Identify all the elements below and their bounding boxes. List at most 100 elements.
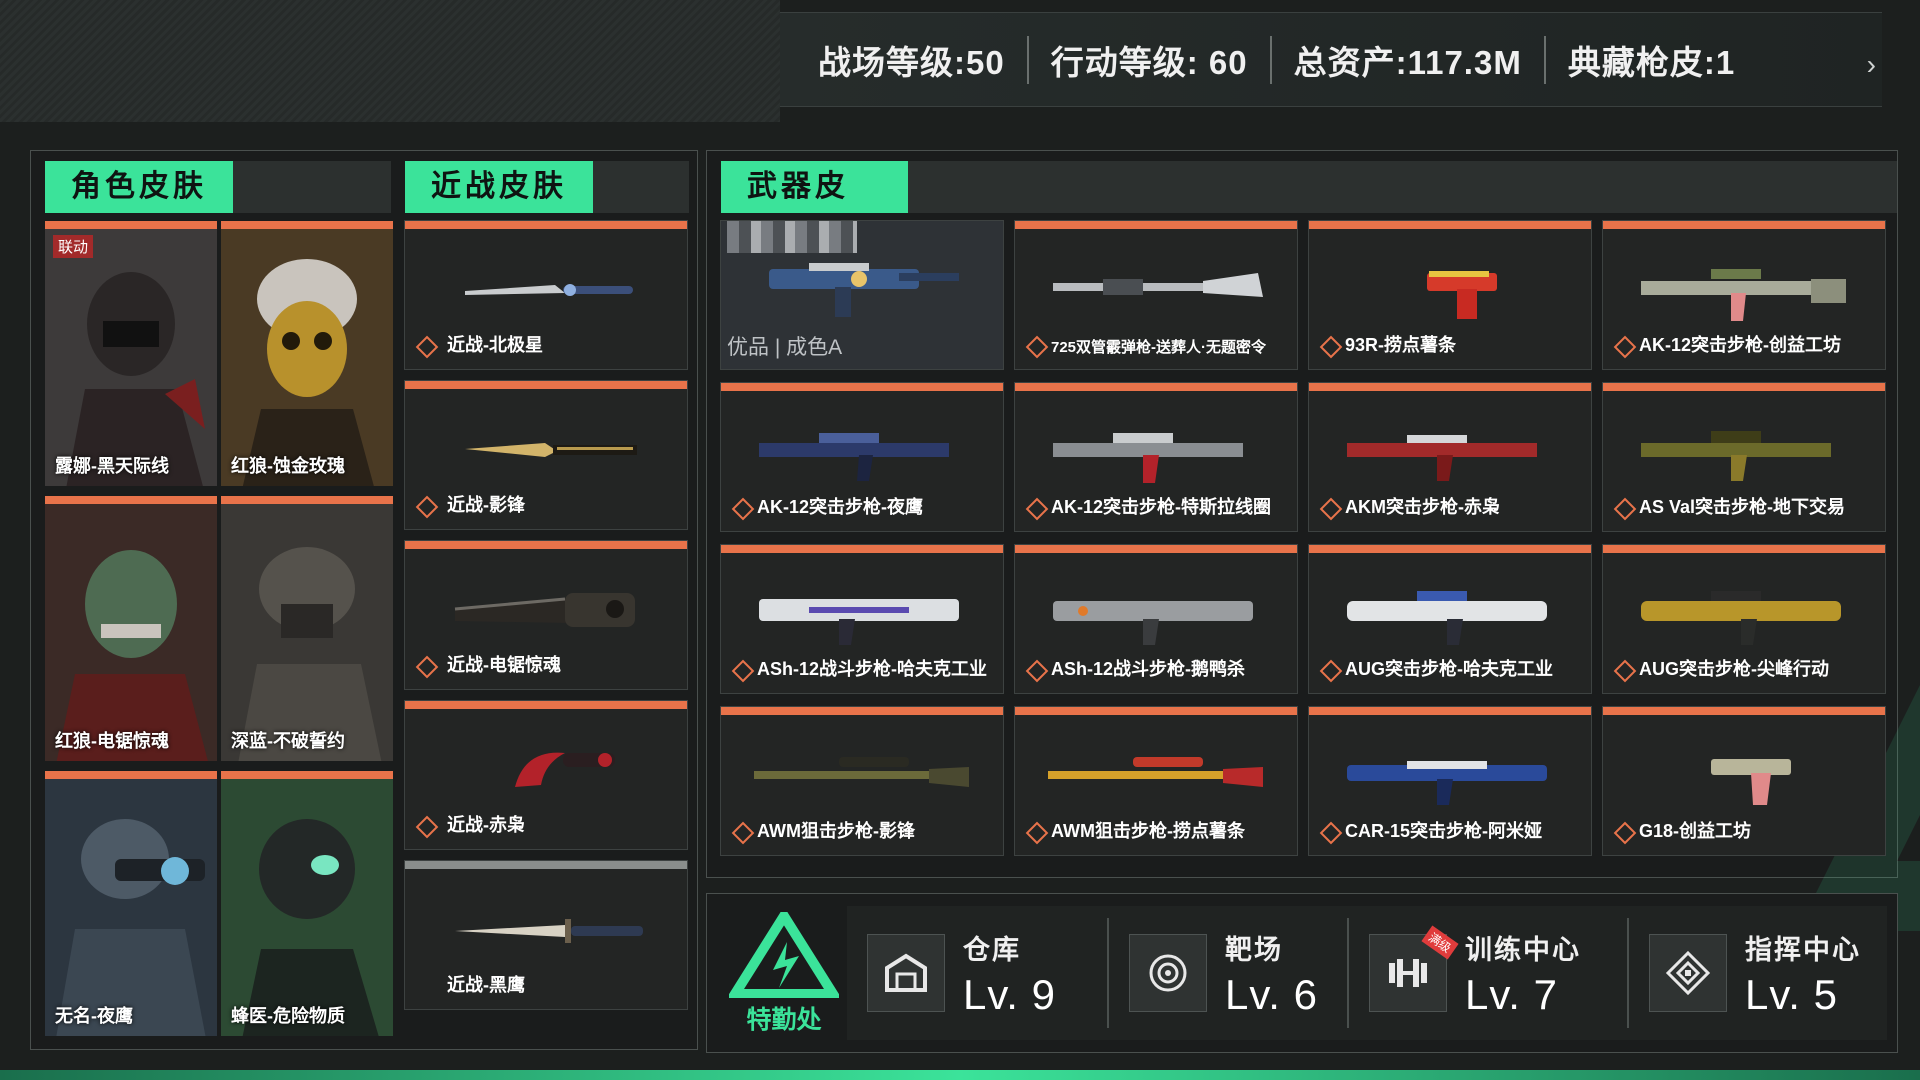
chevron-right-icon[interactable]: ›: [1867, 49, 1876, 81]
facility-name: 指挥中心: [1745, 934, 1861, 965]
rifle-icon: [1641, 431, 1831, 481]
weapon-skin-name: G18-创益工坊: [1639, 821, 1752, 841]
weapon-quality-label: 优品 | 成色A: [727, 336, 843, 359]
sniper-rifle-icon: [1048, 757, 1263, 787]
bottom-accent-line: [0, 1070, 1920, 1080]
facility-warehouse[interactable]: 仓库 Lv. 9: [847, 918, 1107, 1028]
weapon-skin-name: AUG突击步枪-尖峰行动: [1639, 659, 1829, 679]
weapon-skins-panel: 武器皮肤 优品 | 成色A 725双管霰弹枪-送葬人·无题密令 93R: [706, 150, 1920, 931]
melee-skin-name: 近战-影锋: [447, 495, 525, 515]
rarity-diamond-icon: [415, 655, 439, 679]
rarity-diamond-icon: [1025, 659, 1049, 683]
facility-range[interactable]: 靶场 Lv. 6: [1107, 918, 1347, 1028]
weapon-skin-card[interactable]: AWM狙击步枪-捞点薯条: [1014, 706, 1298, 856]
weapon-skin-card[interactable]: CAR-15突击步枪-阿米娅: [1308, 706, 1592, 856]
weapon-skin-name: AK-12突击步枪-夜鹰: [757, 497, 924, 517]
weapon-skin-card[interactable]: AUG突击步枪-尖峰行动: [1602, 544, 1886, 694]
character-portrait-icon: [45, 229, 217, 486]
battlefield-level: 战场等级:50: [818, 43, 1005, 81]
melee-skin-name: 近战-电锯惊魂: [447, 655, 561, 675]
facility-name: 靶场: [1225, 934, 1283, 965]
character-skin-name: 红狼-蚀金玫瑰: [231, 456, 345, 476]
rarity-diamond-icon: [1613, 335, 1637, 359]
tab-weapon-skins[interactable]: 武器皮肤: [721, 161, 1897, 255]
character-portrait-icon: [221, 504, 393, 761]
warehouse-icon: [867, 934, 945, 1012]
character-portrait-icon: [221, 229, 393, 486]
weapon-skin-card[interactable]: 93R-捞点薯条: [1308, 220, 1592, 370]
dagger-icon: [455, 919, 643, 943]
rarity-diamond-icon: [1025, 821, 1049, 845]
weapon-skin-card[interactable]: 725双管霰弹枪-送葬人·无题密令: [1014, 220, 1298, 370]
knife-icon: [465, 443, 637, 457]
character-card[interactable]: 深蓝-不破誓约: [221, 496, 393, 761]
melee-skin-name: 近战-黑鹰: [447, 975, 525, 995]
tab-character-skins[interactable]: 角色皮肤: [45, 161, 391, 213]
character-portrait-icon: [221, 779, 393, 1036]
melee-skin-card[interactable]: 近战-黑鹰: [404, 860, 688, 1010]
rarity-diamond-icon: [1319, 497, 1343, 521]
collab-badge: 联动: [53, 235, 94, 258]
weapon-skin-name: 725双管霰弹枪-送葬人·无题密令: [1051, 339, 1267, 356]
tab-character-label: 角色皮肤: [45, 161, 233, 213]
facility-command-center[interactable]: 指挥中心 Lv. 5: [1627, 918, 1887, 1028]
chainsaw-icon: [454, 593, 635, 627]
weapon-skin-card[interactable]: AKM突击步枪-赤枭: [1308, 382, 1592, 532]
tab-melee-skins[interactable]: 近战皮肤: [405, 161, 689, 213]
rifle-icon: [1347, 435, 1537, 481]
rarity-diamond-icon: [415, 335, 439, 359]
rarity-diamond-icon: [1319, 821, 1343, 845]
weapon-skin-card[interactable]: AS Val突击步枪-地下交易: [1602, 382, 1886, 532]
rifle-icon: [1641, 269, 1846, 321]
character-card[interactable]: 蜂医-危险物质: [221, 771, 393, 1036]
weapon-skin-card[interactable]: AWM狙击步枪-影锋: [720, 706, 1004, 856]
facility-level: Lv. 9: [963, 970, 1056, 1018]
weapon-skin-card[interactable]: AUG突击步枪-哈夫克工业: [1308, 544, 1592, 694]
weapon-skin-card[interactable]: ASh-12战斗步枪-鹅鸭杀: [1014, 544, 1298, 694]
character-card[interactable]: 红狼-蚀金玫瑰: [221, 221, 393, 486]
weapon-skin-name: AK-12突击步枪-创益工坊: [1639, 335, 1842, 355]
command-icon: [1649, 934, 1727, 1012]
weapon-skin-card[interactable]: AK-12突击步枪-创益工坊: [1602, 220, 1886, 370]
rarity-diamond-icon: [1025, 335, 1049, 359]
weapon-skin-card[interactable]: AK-12突击步枪-夜鹰: [720, 382, 1004, 532]
special-ops-label: 特勤处: [746, 1006, 822, 1034]
melee-skin-card[interactable]: 近战-赤枭: [404, 700, 688, 850]
facility-level: Lv. 7: [1465, 970, 1558, 1018]
special-ops-logo-icon: [725, 906, 843, 999]
knife-icon: [465, 284, 633, 296]
player-stats-bar: 战场等级:50 行动等级: 60 总资产:117.3M 典藏枪皮:1 ›: [780, 12, 1882, 107]
rarity-diamond-icon: [1319, 659, 1343, 683]
weapon-skin-card[interactable]: AK-12突击步枪-特斯拉线圈: [1014, 382, 1298, 532]
weapon-skin-name: AWM狙击步枪-影锋: [757, 821, 915, 841]
weapon-skin-card[interactable]: ASh-12战斗步枪-哈夫克工业: [720, 544, 1004, 694]
special-ops-logo[interactable]: 特勤处: [725, 906, 843, 1036]
rarity-diamond-icon: [415, 495, 439, 519]
melee-skin-card[interactable]: 近战-影锋: [404, 380, 688, 530]
character-card[interactable]: 无名-夜鹰: [45, 771, 217, 1036]
rarity-diamond-icon: [731, 497, 755, 521]
melee-skin-card[interactable]: 近战-电锯惊魂: [404, 540, 688, 690]
melee-skin-card[interactable]: 近战-北极星: [404, 220, 688, 370]
total-assets: 总资产:117.3M: [1269, 35, 1544, 84]
character-skin-name: 无名-夜鹰: [55, 1006, 133, 1026]
weapon-skin-name: CAR-15突击步枪-阿米娅: [1345, 821, 1543, 841]
rarity-diamond-icon: [731, 659, 755, 683]
rarity-diamond-icon: [1613, 497, 1637, 521]
facility-level: Lv. 5: [1745, 970, 1838, 1018]
target-icon: [1129, 934, 1207, 1012]
character-card[interactable]: 红狼-电锯惊魂: [45, 496, 217, 761]
character-portrait-icon: [45, 779, 217, 1036]
weapon-skin-name: 93R-捞点薯条: [1345, 335, 1457, 355]
weapon-skin-name: ASh-12战斗步枪-哈夫克工业: [757, 659, 988, 679]
weapon-skin-name: AKM突击步枪-赤枭: [1345, 497, 1500, 517]
pistol-icon: [1427, 271, 1497, 319]
weapon-skin-name: AK-12突击步枪-特斯拉线圈: [1051, 497, 1272, 517]
rifle-icon: [1053, 601, 1253, 645]
rarity-diamond-icon: [1613, 659, 1637, 683]
melee-skin-name: 近战-北极星: [447, 335, 543, 355]
character-card[interactable]: 联动 露娜-黑天际线: [45, 221, 217, 486]
weapon-skin-card[interactable]: G18-创益工坊: [1602, 706, 1886, 856]
facility-training-center[interactable]: 满级 训练中心 Lv. 7: [1347, 918, 1627, 1028]
featured-weapon-card[interactable]: 优品 | 成色A: [720, 220, 1004, 370]
